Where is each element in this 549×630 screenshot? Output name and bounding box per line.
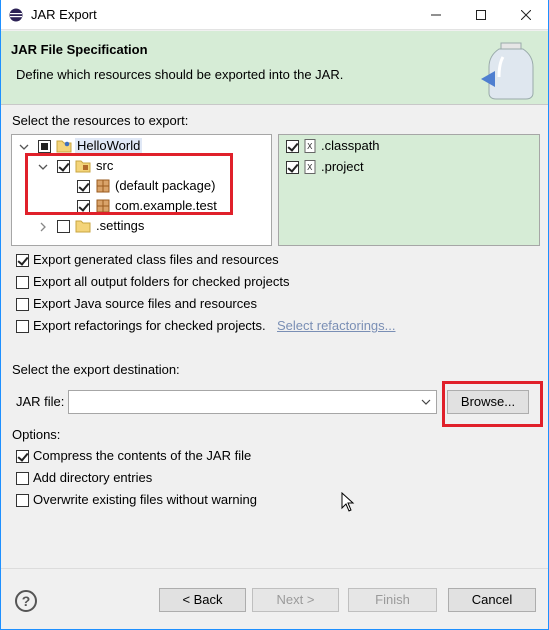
cancel-button[interactable]: Cancel <box>448 588 536 612</box>
help-icon[interactable]: ? <box>15 590 37 612</box>
overwrite-checkbox[interactable] <box>16 494 29 507</box>
export-output-folders-label[interactable]: Export all output folders for checked pr… <box>33 274 290 289</box>
export-output-folders-checkbox[interactable] <box>16 276 29 289</box>
file-checkbox-project[interactable] <box>286 161 299 174</box>
add-directory-entries-label[interactable]: Add directory entries <box>33 470 152 485</box>
xml-file-icon: X <box>304 160 316 174</box>
jar-export-dialog: JAR Export JAR File Specification Define… <box>0 0 549 630</box>
finish-button[interactable]: Finish <box>348 588 437 612</box>
footer-separator <box>1 568 548 569</box>
folder-icon <box>75 220 91 233</box>
wizard-banner: JAR File Specification Define which reso… <box>1 31 548 105</box>
tree-checkbox-settings[interactable] <box>57 220 70 233</box>
jar-file-combo[interactable] <box>68 390 437 414</box>
compress-checkbox[interactable] <box>16 450 29 463</box>
minimize-icon <box>430 14 441 16</box>
tree-label-settings[interactable]: .settings <box>96 218 144 233</box>
chevron-down-icon[interactable] <box>421 397 431 407</box>
title-bar: JAR Export <box>1 0 548 30</box>
banner-description: Define which resources should be exporte… <box>16 67 344 82</box>
jar-file-label: JAR file: <box>16 394 65 409</box>
export-source-files-label[interactable]: Export Java source files and resources <box>33 296 257 311</box>
select-refactorings-link[interactable]: Select refactorings... <box>277 318 396 333</box>
svg-text:X: X <box>307 142 313 151</box>
file-label-project[interactable]: .project <box>321 159 364 174</box>
chevron-right-icon[interactable] <box>38 222 48 232</box>
resources-label: Select the resources to export: <box>12 113 189 128</box>
resource-file-list[interactable]: X .classpath X .project <box>278 134 540 246</box>
tree-checkbox-helloworld[interactable] <box>38 140 51 153</box>
window-title: JAR Export <box>31 7 97 22</box>
svg-text:X: X <box>307 163 313 172</box>
tree-label-helloworld[interactable]: HelloWorld <box>75 138 143 153</box>
export-refactorings-label[interactable]: Export refactorings for checked projects… <box>33 318 266 333</box>
export-source-files-checkbox[interactable] <box>16 298 29 311</box>
chevron-down-icon[interactable] <box>19 142 29 152</box>
eclipse-icon <box>9 8 23 22</box>
add-directory-entries-checkbox[interactable] <box>16 472 29 485</box>
highlight-box-src <box>25 153 233 215</box>
project-folder-icon <box>56 140 72 153</box>
options-label: Options: <box>12 427 61 442</box>
export-class-files-label[interactable]: Export generated class files and resourc… <box>33 252 279 267</box>
minimize-button[interactable] <box>413 0 458 30</box>
banner-title: JAR File Specification <box>11 42 148 57</box>
destination-label: Select the export destination: <box>12 362 180 377</box>
overwrite-label[interactable]: Overwrite existing files without warning <box>33 492 257 507</box>
back-button[interactable]: < Back <box>159 588 246 612</box>
jar-icon <box>481 42 534 100</box>
mouse-cursor-icon <box>341 492 355 512</box>
close-icon <box>520 10 531 20</box>
compress-label[interactable]: Compress the contents of the JAR file <box>33 448 251 463</box>
export-class-files-checkbox[interactable] <box>16 254 29 267</box>
maximize-button[interactable] <box>458 0 503 30</box>
export-refactorings-checkbox[interactable] <box>16 320 29 333</box>
file-checkbox-classpath[interactable] <box>286 140 299 153</box>
next-button[interactable]: Next > <box>252 588 339 612</box>
xml-file-icon: X <box>304 139 316 153</box>
highlight-box-browse <box>442 381 543 427</box>
file-label-classpath[interactable]: .classpath <box>321 138 380 153</box>
maximize-icon <box>475 10 486 20</box>
close-button[interactable] <box>503 0 548 30</box>
